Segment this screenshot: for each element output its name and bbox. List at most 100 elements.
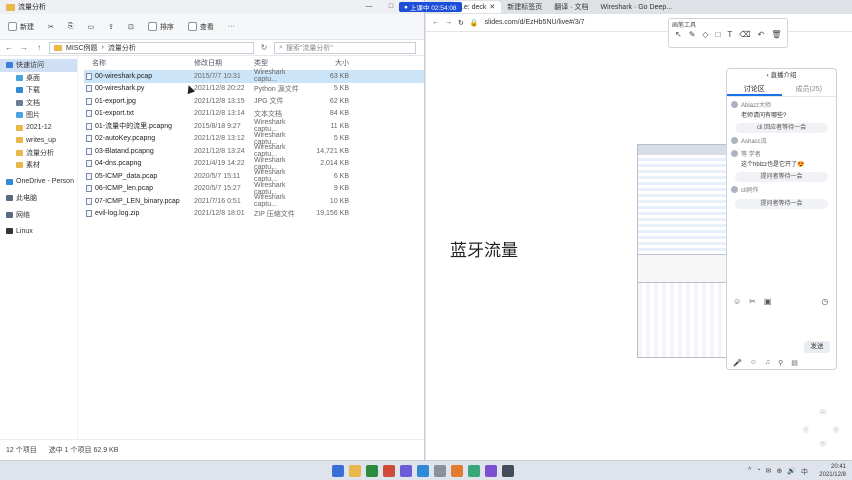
file-row[interactable]: 05-ICMP_data.pcap 2020/5/7 15:11 Wireshark… xyxy=(84,169,424,183)
scissors-icon[interactable]: ✂ xyxy=(749,297,756,306)
tab-members[interactable]: 成员(25) xyxy=(782,83,837,96)
chevron-up-icon[interactable]: ⌃ xyxy=(818,408,828,422)
taskbar-app-icon[interactable] xyxy=(451,465,463,477)
up-arrow-icon[interactable]: ↑ xyxy=(34,43,44,52)
delete-button[interactable]: ⊡ xyxy=(128,23,134,31)
close-icon[interactable]: ✕ xyxy=(489,3,495,11)
chevron-left-icon[interactable]: ‹ xyxy=(804,422,808,436)
refresh-icon[interactable]: ↻ xyxy=(259,43,269,52)
history-icon[interactable]: ◷ xyxy=(821,297,828,306)
taskbar-app-icon[interactable] xyxy=(485,465,497,477)
sidebar-item[interactable]: 素材 xyxy=(0,159,77,172)
back-arrow-icon[interactable]: ← xyxy=(4,43,14,52)
file-row[interactable]: 03-Blatand.pcapng 2021/12/8 13:24 Wireshar… xyxy=(84,144,424,158)
avatar[interactable] xyxy=(731,186,738,193)
tray-app-icon[interactable]: ◔ xyxy=(756,467,760,477)
search-input[interactable]: ⌕ 搜索"流量分析" xyxy=(274,41,416,54)
share-button[interactable]: ⇪ xyxy=(108,23,114,31)
network-icon[interactable]: ⊕ xyxy=(776,467,782,477)
sidebar-item[interactable]: 2021-12 xyxy=(0,122,77,135)
recording-indicator[interactable]: ● 上课中 02:54:08 xyxy=(399,2,462,12)
text-icon[interactable]: T xyxy=(727,30,732,39)
grid-icon[interactable]: ▤ xyxy=(791,359,798,367)
tab-discussion[interactable]: 讨论区 xyxy=(727,83,782,96)
new-button[interactable]: 新建 xyxy=(8,22,34,32)
file-row[interactable]: 04-dns.pcapng 2021/4/19 14:22 Wireshark ca… xyxy=(84,157,424,171)
taskbar-app-icon[interactable] xyxy=(349,465,361,477)
file-row[interactable]: 02-autoKey.pcapng 2021/12/8 13:12 Wireshar… xyxy=(84,132,424,146)
file-row[interactable]: 06-ICMP_len.pcap 2020/5/7 15:27 Wireshark … xyxy=(84,182,424,196)
sidebar-item[interactable]: 此电脑 xyxy=(0,192,77,205)
file-row[interactable]: evil-log.log.zip 2021/12/8 18:01 ZIP 压缩文件 1… xyxy=(84,208,424,221)
forward-arrow-icon[interactable]: → xyxy=(19,43,29,52)
tray-overflow-icon[interactable]: ^ xyxy=(748,467,751,477)
file-row[interactable]: 01-流量中的流里.pcapng 2015/8/18 9:27 Wireshark … xyxy=(84,119,424,133)
eraser-icon[interactable]: ⌫ xyxy=(739,30,750,39)
column-date[interactable]: 修改日期 xyxy=(194,58,254,68)
mail-icon[interactable]: ✉ xyxy=(766,467,772,477)
column-size[interactable]: 大小 xyxy=(309,58,349,68)
avatar[interactable] xyxy=(731,137,738,144)
sidebar-item[interactable]: OneDrive - Person xyxy=(0,176,77,189)
tab-translate[interactable]: 翻译 · 文档 xyxy=(548,1,594,13)
highlighter-icon[interactable]: ◇ xyxy=(702,30,708,39)
column-name[interactable]: 名称 xyxy=(84,58,194,68)
paste-button[interactable]: ▭ xyxy=(87,23,94,31)
chevron-down-icon[interactable]: ⌄ xyxy=(818,434,828,448)
music-icon[interactable]: ♫ xyxy=(765,359,770,367)
view-button[interactable]: 查看 xyxy=(187,22,214,32)
send-button[interactable]: 发送 xyxy=(804,341,830,353)
taskbar-app-icon[interactable] xyxy=(417,465,429,477)
forward-arrow-icon[interactable]: → xyxy=(445,19,452,26)
file-row[interactable]: 00-wireshark.pcap 2015/7/7 10:31 Wireshark… xyxy=(84,69,424,83)
taskbar-app-icon[interactable] xyxy=(383,465,395,477)
address-bar[interactable]: MISC例题 › 流量分析 xyxy=(49,41,254,54)
pointer-icon[interactable]: ↖ xyxy=(675,30,682,39)
tab-new[interactable]: 新建标签页 xyxy=(501,1,548,13)
sidebar-item[interactable]: 网络 xyxy=(0,209,77,222)
image-icon[interactable]: ▣ xyxy=(764,297,772,306)
input-method-icon[interactable]: 中 xyxy=(801,467,808,477)
sort-button[interactable]: 排序 xyxy=(147,22,174,32)
emoji-icon[interactable]: ☺ xyxy=(733,297,741,306)
chevron-right-icon[interactable]: › xyxy=(834,422,838,436)
sidebar-item[interactable]: 下载 xyxy=(0,84,77,97)
trash-icon[interactable]: 🗑 xyxy=(771,30,781,39)
sidebar-item[interactable]: Linux xyxy=(0,225,77,238)
clock[interactable]: 20:41 2021/12/8 xyxy=(819,463,846,479)
cut-button[interactable]: ✂ xyxy=(48,23,54,31)
sidebar-item[interactable]: 文档 xyxy=(0,97,77,110)
breadcrumb-current[interactable]: 流量分析 xyxy=(108,43,136,53)
emoji-icon[interactable]: ☺ xyxy=(750,359,757,367)
pen-icon[interactable]: ✎ xyxy=(689,30,696,39)
avatar[interactable] xyxy=(731,150,738,157)
taskbar-app-icon[interactable] xyxy=(434,465,446,477)
taskbar-app-icon[interactable] xyxy=(502,465,514,477)
avatar[interactable] xyxy=(731,101,738,108)
taskbar-app-icon[interactable] xyxy=(366,465,378,477)
more-button[interactable]: ··· xyxy=(228,23,235,30)
file-row[interactable]: 01-export.txt 2021/12/8 13:14 文本文档 84 KB xyxy=(84,108,424,121)
taskbar-app-icon[interactable] xyxy=(332,465,344,477)
microphone-icon[interactable]: 🎤 xyxy=(733,359,742,367)
taskbar-app-icon[interactable] xyxy=(400,465,412,477)
minimize-button[interactable]: — xyxy=(358,3,380,11)
url-field[interactable]: slides.com/d/EzHb5NU/live#/3/7 xyxy=(485,19,585,26)
volume-icon[interactable]: 🔊 xyxy=(787,467,796,477)
sidebar-item[interactable]: 流量分析 xyxy=(0,147,77,160)
rectangle-icon[interactable]: □ xyxy=(716,30,721,39)
sidebar-item[interactable]: 桌面 xyxy=(0,72,77,85)
file-row[interactable]: 00-wireshark.py 2021/12/8 20:22 Python 源文件… xyxy=(84,83,424,96)
sidebar-item[interactable]: writes_up xyxy=(0,134,77,147)
column-type[interactable]: 类型 xyxy=(254,58,309,68)
taskbar-app-icon[interactable] xyxy=(468,465,480,477)
tab-wireshark[interactable]: Wireshark · Go Deep... xyxy=(595,1,679,13)
refresh-icon[interactable]: ↻ xyxy=(458,19,464,27)
undo-icon[interactable]: ↶ xyxy=(758,30,765,39)
chat-header[interactable]: ‹ 直播介绍 xyxy=(727,69,836,83)
copy-button[interactable]: ⎘ xyxy=(68,23,74,31)
file-row[interactable]: 07-ICMP_LEN_binary.pcap 2021/7/16 0:51 Wir… xyxy=(84,194,424,208)
location-icon[interactable]: ⚲ xyxy=(778,359,783,367)
file-row[interactable]: 01-export.jpg 2021/12/8 13:15 JPG 文件 62 KB xyxy=(84,95,424,108)
back-arrow-icon[interactable]: ← xyxy=(432,19,439,26)
